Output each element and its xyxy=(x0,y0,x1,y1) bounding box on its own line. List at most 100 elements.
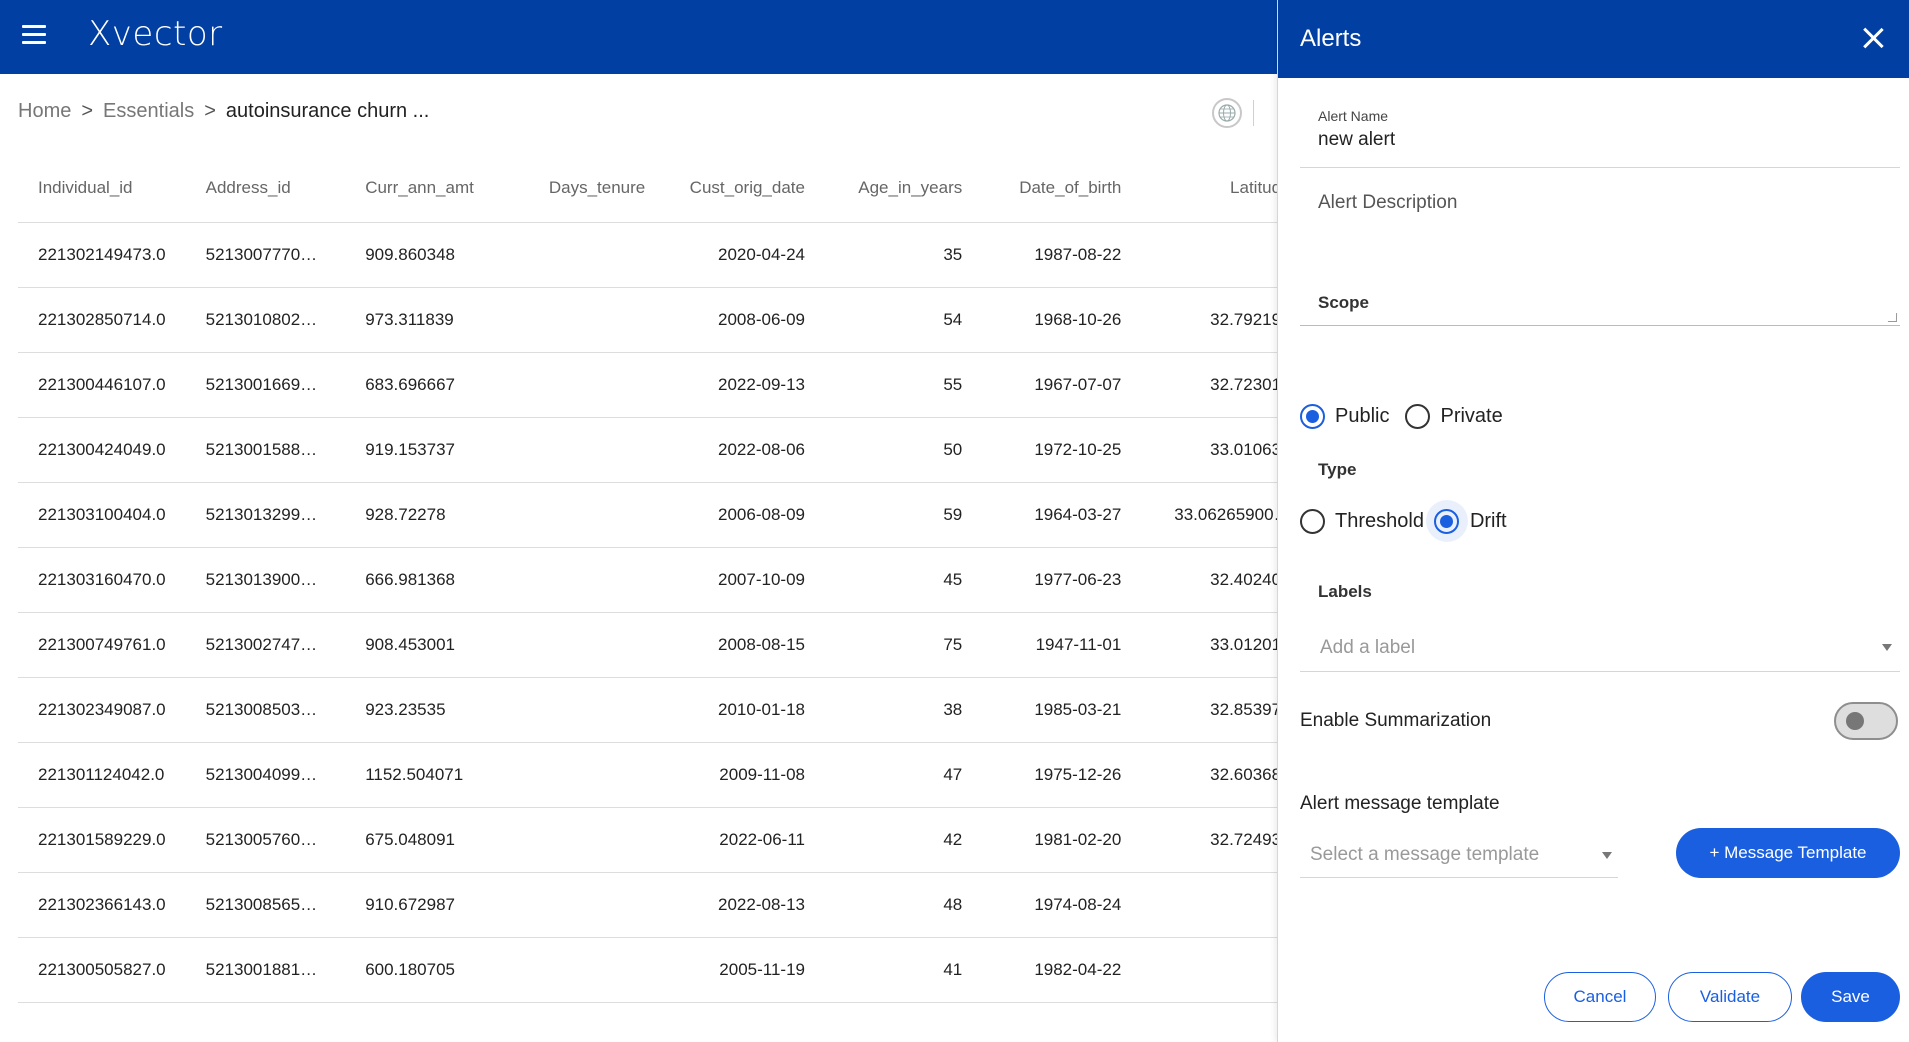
table-cell: 41 xyxy=(824,937,983,1003)
table-cell: 1972-10-25 xyxy=(982,417,1142,483)
table-cell: 5213001588… xyxy=(185,417,346,483)
breadcrumb-current: autoinsurance churn ... xyxy=(225,100,430,122)
table-cell: 221302349087.0 xyxy=(18,677,186,743)
menu-icon[interactable] xyxy=(22,25,46,45)
table-row[interactable]: 221301589229.0 5213005760… 675.048091 2022-… xyxy=(18,807,1398,873)
table-cell: 221300424049.0 xyxy=(18,417,186,483)
table-cell: 973.311839 xyxy=(345,287,526,353)
alert-description-textarea[interactable]: Alert Description xyxy=(1300,180,1900,326)
labels-label: Labels xyxy=(1318,582,1372,601)
table-row[interactable]: 221302149473.0 5213007770… 909.860348 2020-… xyxy=(18,222,1398,288)
table-cell xyxy=(525,352,666,418)
table-row[interactable]: 221303160470.0 5213013900… 666.981368 2007-… xyxy=(18,547,1398,613)
radio-checked-icon[interactable] xyxy=(1300,404,1325,429)
alerts-panel: Alerts Alert Name new alert Alert Descri… xyxy=(1277,0,1909,1042)
column-header[interactable]: Age_in_years xyxy=(824,155,983,223)
type-drift-option[interactable]: Drift xyxy=(1425,500,1507,542)
table-cell: 2008-08-15 xyxy=(665,612,825,678)
radio-unchecked-icon[interactable] xyxy=(1300,508,1325,534)
table-cell: 5213008565… xyxy=(185,872,346,938)
table-row[interactable]: 221300749761.0 5213002747… 908.453001 2008-… xyxy=(18,612,1398,678)
table-cell: 2022-06-11 xyxy=(665,807,825,873)
table-row[interactable]: 221300424049.0 5213001588… 919.153737 2022-… xyxy=(18,417,1398,483)
table-cell: 221302149473.0 xyxy=(18,222,186,288)
table-row[interactable]: 221303100404.0 5213013299… 928.72278 2006-0… xyxy=(18,482,1398,548)
close-icon[interactable] xyxy=(1861,26,1885,50)
table-cell xyxy=(525,482,666,548)
table-row[interactable]: 221300505827.0 5213001881… 600.180705 2005-… xyxy=(18,937,1398,1003)
table-cell: 59 xyxy=(824,482,983,548)
table-cell: 5213008503… xyxy=(185,677,346,743)
top-app-bar: Xvector xyxy=(0,0,1277,74)
table-cell: 675.048091 xyxy=(345,807,526,873)
add-message-template-button[interactable]: + Message Template xyxy=(1676,828,1900,878)
column-header[interactable]: Date_of_birth xyxy=(982,155,1142,223)
table-cell: 2008-06-09 xyxy=(665,287,825,353)
table-row[interactable]: 221302366143.0 5213008565… 910.672987 2022-… xyxy=(18,872,1398,938)
table-cell-text: 5213004099… xyxy=(205,764,318,784)
table-cell: 48 xyxy=(824,872,983,938)
scope-private-option[interactable]: Private xyxy=(1405,404,1503,429)
table-cell: 1985-03-21 xyxy=(982,677,1142,743)
breadcrumb-home[interactable]: Home xyxy=(18,100,71,123)
table-cell: 42 xyxy=(824,807,983,873)
alert-name-field[interactable]: Alert Name new alert xyxy=(1300,104,1900,168)
scope-public-option[interactable]: Public xyxy=(1300,404,1389,429)
table-row[interactable]: 221300446107.0 5213001669… 683.696667 2022-… xyxy=(18,352,1398,418)
scope-public-label: Public xyxy=(1335,405,1390,427)
table-cell-text: 5213001588… xyxy=(205,439,318,459)
alert-name-input[interactable]: new alert xyxy=(1318,129,1900,151)
table-cell: 1977-06-23 xyxy=(982,547,1142,613)
table-cell: 54 xyxy=(824,287,983,353)
table-cell: 919.153737 xyxy=(345,417,526,483)
summarization-toggle[interactable] xyxy=(1834,702,1898,740)
type-drift-label: Drift xyxy=(1469,509,1507,532)
radio-focus-halo xyxy=(1425,500,1468,542)
table-cell: 5213013299… xyxy=(185,482,346,548)
column-header[interactable]: Address_id xyxy=(185,155,346,223)
table-cell: 1974-08-24 xyxy=(982,872,1142,938)
table-cell: 2022-08-13 xyxy=(665,872,825,938)
type-threshold-option[interactable]: Threshold xyxy=(1300,508,1424,534)
table-cell: 1981-02-20 xyxy=(982,807,1142,873)
table-cell: 5213005760… xyxy=(185,807,346,873)
validate-button[interactable]: Validate xyxy=(1668,972,1792,1022)
table-cell: 45 xyxy=(824,547,983,613)
scope-radio-group: Public Private xyxy=(1300,404,1513,429)
summarization-label: Enable Summarization xyxy=(1300,710,1492,731)
column-header[interactable]: Curr_ann_amt xyxy=(345,155,526,223)
message-template-select[interactable]: Select a message template xyxy=(1300,832,1618,878)
chevron-down-icon[interactable] xyxy=(1602,852,1612,859)
save-button[interactable]: Save xyxy=(1801,972,1900,1022)
globe-icon[interactable] xyxy=(1212,98,1242,128)
table-cell-text: 5213002747… xyxy=(205,634,318,654)
labels-select[interactable]: Add a label xyxy=(1300,624,1900,672)
breadcrumb-separator: > xyxy=(81,100,94,122)
table-cell: 928.72278 xyxy=(345,482,526,548)
table-row[interactable]: 221302349087.0 5213008503… 923.23535 2010-0… xyxy=(18,677,1398,743)
table-cell: 2009-11-08 xyxy=(665,742,825,808)
radio-checked-icon[interactable] xyxy=(1434,508,1460,534)
table-cell: 5213001669… xyxy=(185,352,346,418)
table-cell-text: 5213001669… xyxy=(205,374,318,394)
table-row[interactable]: 221301124042.0 5213004099… 1152.504071 2009… xyxy=(18,742,1398,808)
table-cell: 909.860348 xyxy=(345,222,526,288)
table-row[interactable]: 221302850714.0 5213010802… 973.311839 2008-… xyxy=(18,287,1398,353)
alert-description-placeholder: Alert Description xyxy=(1318,192,1458,213)
column-header[interactable]: Individual_id xyxy=(18,155,186,223)
table-cell-text: 5213001881… xyxy=(205,959,318,979)
column-header[interactable]: Cust_orig_date xyxy=(665,155,825,223)
template-label: Alert message template xyxy=(1300,793,1500,814)
column-header[interactable]: Days_tenure xyxy=(525,155,666,223)
table-cell xyxy=(525,677,666,743)
breadcrumb-essentials[interactable]: Essentials xyxy=(103,100,194,123)
table-cell: 1967-07-07 xyxy=(982,352,1142,418)
table-cell-text: 5213013299… xyxy=(205,504,318,524)
radio-unchecked-icon[interactable] xyxy=(1405,404,1431,429)
resize-handle-icon[interactable] xyxy=(1887,313,1898,322)
table-cell: 221301124042.0 xyxy=(18,742,186,808)
chevron-down-icon[interactable] xyxy=(1882,644,1892,651)
table-cell-text: 5213007770… xyxy=(205,244,318,264)
cancel-button[interactable]: Cancel xyxy=(1544,972,1656,1022)
breadcrumb-separator: > xyxy=(204,100,216,122)
